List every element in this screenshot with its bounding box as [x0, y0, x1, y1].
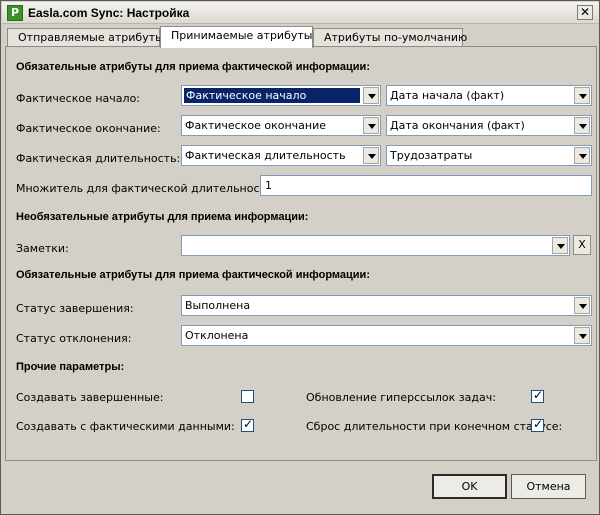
tab-strip: Отправляемые атрибуты Принимаемые атрибу…: [5, 26, 597, 48]
create-completed-label: Создавать завершенные:: [16, 391, 164, 404]
notes-label: Заметки:: [16, 242, 69, 255]
chevron-down-icon[interactable]: [363, 117, 379, 134]
reset-duration-label: Сброс длительности при конечном статусе:: [306, 420, 563, 433]
actual-start-label: Фактическое начало:: [16, 92, 141, 105]
create-with-actuals-label: Создавать с фактическими данными:: [16, 420, 235, 433]
chevron-down-icon[interactable]: [574, 87, 590, 104]
title-bar: P Easla.com Sync: Настройка ✕: [2, 2, 599, 24]
actual-finish-target-select[interactable]: Дата окончания (факт): [386, 115, 592, 136]
completion-status-value: Выполнена: [185, 299, 251, 312]
tab-received-attributes[interactable]: Принимаемые атрибуты: [160, 26, 313, 48]
tab-sent-attributes[interactable]: Отправляемые атрибуты: [7, 28, 164, 47]
actual-duration-target-select[interactable]: Трудозатраты: [386, 145, 592, 166]
rejection-status-value: Отклонена: [185, 329, 249, 342]
update-hyperlinks-checkbox[interactable]: [531, 388, 544, 403]
reset-duration-checkbox[interactable]: [531, 417, 544, 432]
section-optional: Необязательные атрибуты для приема инфор…: [16, 211, 309, 223]
ok-button[interactable]: OK: [432, 474, 507, 499]
chevron-down-icon[interactable]: [574, 117, 590, 134]
update-hyperlinks-label: Обновление гиперссылок задач:: [306, 391, 496, 404]
chevron-down-icon[interactable]: [363, 87, 379, 104]
received-attributes-panel: Обязательные атрибуты для приема фактиче…: [5, 46, 597, 461]
actual-start-target-select[interactable]: Дата начала (факт): [386, 85, 592, 106]
rejection-status-select[interactable]: Отклонена: [181, 325, 592, 346]
duration-multiplier-input[interactable]: 1: [260, 175, 592, 196]
actual-start-source-value: Фактическое начало: [184, 88, 360, 103]
window-title: Easla.com Sync: Настройка: [28, 6, 190, 20]
section-required-status: Обязательные атрибуты для приема фактиче…: [16, 269, 370, 281]
actual-duration-target-value: Трудозатраты: [390, 149, 473, 162]
duration-multiplier-value: 1: [265, 179, 272, 192]
notes-select[interactable]: [181, 235, 570, 256]
app-icon: P: [7, 5, 23, 21]
chevron-down-icon[interactable]: [574, 297, 590, 314]
actual-start-target-value: Дата начала (факт): [390, 89, 505, 102]
section-other: Прочие параметры:: [16, 361, 125, 373]
section-required-fact: Обязательные атрибуты для приема фактиче…: [16, 61, 370, 73]
tab-default-attributes[interactable]: Атрибуты по-умолчанию: [313, 28, 467, 47]
settings-window: P Easla.com Sync: Настройка ✕ Отправляем…: [0, 0, 600, 515]
actual-duration-label: Фактическая длительность:: [16, 152, 181, 165]
duration-multiplier-label: Множитель для фактической длительности:: [16, 182, 277, 195]
completion-status-select[interactable]: Выполнена: [181, 295, 592, 316]
create-completed-checkbox[interactable]: [241, 390, 254, 403]
close-button[interactable]: ✕: [577, 5, 593, 20]
chevron-down-icon[interactable]: [574, 147, 590, 164]
actual-duration-source-value: Фактическая длительность: [185, 149, 346, 162]
create-with-actuals-checkbox[interactable]: [241, 417, 254, 432]
completion-status-label: Статус завершения:: [16, 302, 134, 315]
actual-start-source-select[interactable]: Фактическое начало: [181, 85, 381, 106]
rejection-status-label: Статус отклонения:: [16, 332, 132, 345]
cancel-button[interactable]: Отмена: [511, 474, 586, 499]
actual-finish-source-value: Фактическое окончание: [185, 119, 327, 132]
chevron-down-icon[interactable]: [574, 327, 590, 344]
actual-finish-source-select[interactable]: Фактическое окончание: [181, 115, 381, 136]
clear-notes-button[interactable]: X: [573, 235, 591, 255]
actual-duration-source-select[interactable]: Фактическая длительность: [181, 145, 381, 166]
actual-finish-label: Фактическое окончание:: [16, 122, 161, 135]
chevron-down-icon[interactable]: [363, 147, 379, 164]
chevron-down-icon[interactable]: [552, 237, 568, 254]
actual-finish-target-value: Дата окончания (факт): [390, 119, 525, 132]
